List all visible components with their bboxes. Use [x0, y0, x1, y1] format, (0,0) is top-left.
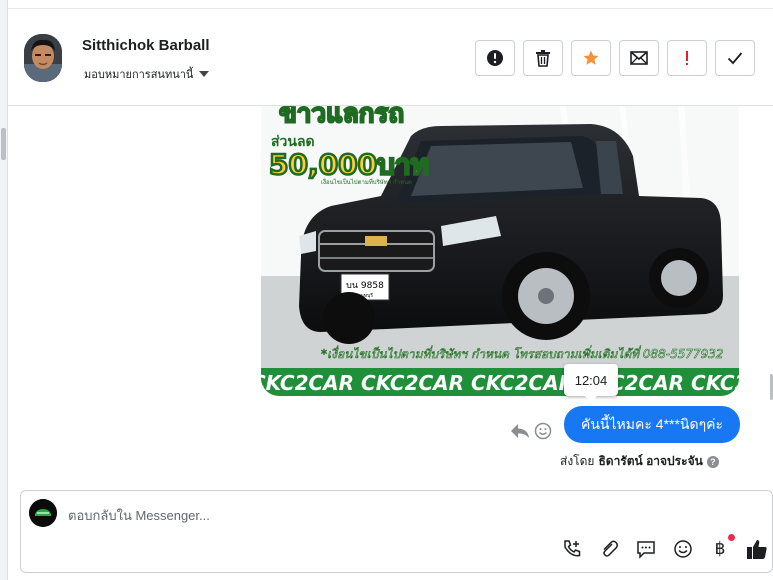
page-avatar: [29, 499, 57, 527]
star-icon: [583, 50, 599, 65]
contact-name[interactable]: Sitthichok Barball: [82, 37, 210, 54]
message-thread[interactable]: บน 9858 นนทบุรี ข้าวแลกรถ ส่วนลด 50,000บ…: [8, 106, 773, 490]
plate-number: บน 9858: [346, 281, 384, 291]
payment-button[interactable]: ฿: [709, 534, 735, 560]
spam-button[interactable]: [475, 40, 515, 76]
trash-icon: [536, 50, 550, 67]
delete-button[interactable]: [523, 40, 563, 76]
promo-headline: ข้าวแลกรถ: [279, 106, 404, 129]
help-icon[interactable]: ?: [706, 455, 719, 468]
saved-replies-button[interactable]: [635, 538, 657, 560]
promo-brand-band: CKC2CAR CKC2CAR CKC2CAR CKC2CAR CKC2: [261, 371, 739, 395]
outgoing-message-bubble[interactable]: คันนี้ไหมคะ 4***นิดๆค่ะ: [564, 406, 740, 443]
promo-footer-note: *เงื่อนไขเป็นไปตามที่บริษัทฯ กำหนด โทรสอ…: [321, 345, 724, 361]
envelope-icon: [630, 51, 648, 65]
checkmark-icon: [727, 52, 743, 65]
chevron-down-icon: [199, 71, 210, 77]
conversation-header: Sitthichok Barball มอบหมายการสนทนานี้: [8, 9, 773, 106]
follow-up-button[interactable]: [667, 40, 707, 76]
reply-icon[interactable]: [510, 422, 530, 440]
star-button[interactable]: [571, 40, 611, 76]
react-smiley-icon[interactable]: [534, 422, 552, 440]
attach-button[interactable]: [598, 538, 620, 560]
top-divider: [8, 0, 773, 9]
exclamation-icon: [686, 51, 688, 65]
message-time-tooltip: 12:04: [564, 364, 618, 402]
reply-input[interactable]: [68, 504, 508, 526]
sent-by-prefix: ส่งโดย: [560, 454, 595, 468]
notification-dot: [728, 534, 735, 541]
smiley-icon: [674, 540, 692, 558]
paperclip-icon: [603, 540, 618, 557]
mark-unread-button[interactable]: [619, 40, 659, 76]
composer-toolbar: ฿: [561, 534, 768, 560]
emoji-button[interactable]: [672, 538, 694, 560]
phone-plus-icon: [564, 540, 581, 557]
baht-icon: ฿: [714, 539, 726, 558]
sent-by-name: ธิดารัตน์ อาจประจัน: [598, 454, 703, 468]
thumbs-up-icon: [747, 540, 767, 559]
conversation-actions: [475, 40, 755, 76]
promo-discount-note: เงื่อนไขเป็นไปตามที่บริษัทฯ กำหนด: [321, 177, 412, 186]
promo-car-image[interactable]: บน 9858 นนทบุรี ข้าวแลกรถ ส่วนลด 50,000บ…: [261, 106, 739, 396]
reply-composer: ฿: [20, 490, 773, 573]
call-add-button[interactable]: [561, 538, 583, 560]
assign-label: มอบหมายการสนทนานี้: [84, 69, 194, 81]
left-panel-edge: [0, 0, 8, 580]
chat-bubble-icon: [637, 541, 655, 559]
assign-conversation-dropdown[interactable]: มอบหมายการสนทนานี้: [84, 65, 210, 83]
sent-by-line: ส่งโดย ธิดารัตน์ อาจประจัน ?: [560, 452, 719, 471]
contact-avatar[interactable]: [24, 34, 62, 82]
left-scrollbar-thumb[interactable]: [1, 128, 6, 160]
mark-done-button[interactable]: [715, 40, 755, 76]
exclamation-circle-icon: [487, 50, 503, 66]
promo-discount-amount: 50,000บาท: [269, 148, 429, 181]
like-button[interactable]: [746, 538, 768, 560]
